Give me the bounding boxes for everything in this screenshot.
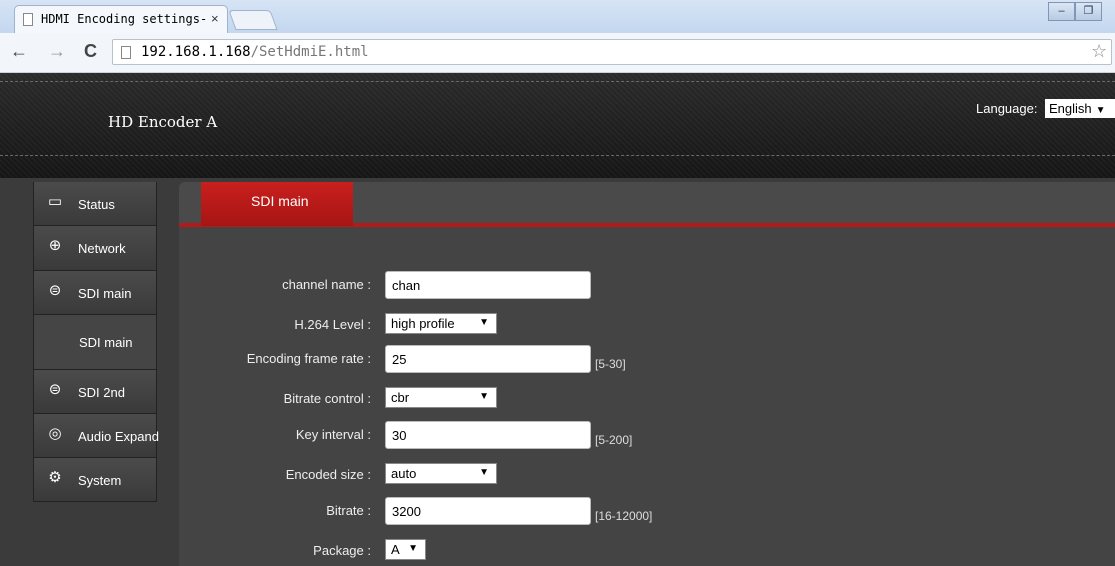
tab-title: HDMI Encoding settings- [41,12,208,26]
device-title: HD Encoder A [108,113,218,131]
frame-rate-input[interactable]: 25 [385,345,591,373]
sidebar-item-label: System [78,473,122,488]
header-divider-bottom [0,155,1115,156]
page-header: HD Encoder A Language: English ▼ [0,73,1115,178]
url-path: /SetHdmiE.html [250,44,369,60]
sidebar-nav: ▭ Status ⊕ Network ⊜ SDI main SDI main ⊜… [33,182,159,502]
h264-level-label: H.264 Level : [294,317,371,332]
tab-sdi-main[interactable]: SDI main [201,182,353,226]
disk-icon: ⊜ [48,381,62,398]
encoded-size-label: Encoded size : [285,467,371,482]
h264-level-select[interactable]: high profile ▼ [385,313,497,334]
field-row-h264-level: H.264 Level : high profile ▼ [179,310,1115,340]
sidebar-item-system[interactable]: ⚙ System [33,458,157,502]
sidebar-item-status[interactable]: ▭ Status [33,182,157,226]
package-value: A [391,542,400,557]
gear-icon: ⚙ [48,469,62,486]
window-controls: – ❐ [1048,2,1115,22]
browser-titlebar: HDMI Encoding settings- × – ❐ [0,0,1115,33]
minimize-button[interactable]: – [1048,2,1075,21]
bitrate-control-select[interactable]: cbr ▼ [385,387,497,408]
settings-panel: SDI main channel name : chan H.264 Level… [179,182,1115,566]
package-select[interactable]: A ▼ [385,539,426,560]
header-divider-top [0,81,1115,82]
chevron-down-icon: ▼ [479,317,489,328]
bitrate-input[interactable]: 3200 [385,497,591,525]
sidebar-item-audio-expand[interactable]: ◎ Audio Expand [33,414,159,458]
sidebar-item-sdi-2nd[interactable]: ⊜ SDI 2nd [33,370,157,414]
language-select[interactable]: English ▼ [1045,99,1115,118]
bitrate-label: Bitrate : [326,503,371,518]
bitrate-range: [16-12000] [595,509,653,523]
sidebar-item-label: SDI 2nd [78,385,125,400]
field-row-channel-name: channel name : chan [179,270,1115,300]
chevron-down-icon: ▼ [479,467,489,478]
bookmark-star-icon[interactable]: ☆ [1091,41,1107,62]
sidebar-item-label: SDI main [78,286,132,301]
key-interval-range: [5-200] [595,433,633,447]
forward-icon[interactable]: → [48,41,66,62]
language-label: Language: [976,101,1038,116]
url-text: 192.168.1.168/SetHdmiE.html [141,44,369,60]
chevron-down-icon: ▼ [408,543,418,554]
field-row-key-interval: Key interval : 30 [5-200] [179,420,1115,450]
sidebar-item-label: Audio Expand [78,429,159,444]
chevron-down-icon: ▼ [1095,105,1106,116]
url-host: 192.168.1.168 [141,44,251,60]
bitrate-control-label: Bitrate control : [283,391,371,406]
restore-button[interactable]: ❐ [1075,2,1102,21]
reload-icon[interactable]: C [84,41,97,62]
encoded-size-select[interactable]: auto ▼ [385,463,497,484]
tab-label: SDI main [251,193,309,209]
bitrate-control-value: cbr [391,390,410,405]
field-row-encoded-size: Encoded size : auto ▼ [179,460,1115,490]
disk-icon: ⊜ [48,282,62,299]
encoded-size-value: auto [391,466,417,481]
channel-name-label: channel name : [282,277,371,292]
new-tab-button[interactable] [228,10,278,30]
key-interval-label: Key interval : [295,427,371,442]
field-row-bitrate-control: Bitrate control : cbr ▼ [179,384,1115,414]
frame-rate-range: [5-30] [595,357,626,371]
field-row-frame-rate: Encoding frame rate : 25 [5-30] [179,344,1115,374]
sidebar-item-label: Network [78,241,126,256]
h264-level-value: high profile [391,316,455,331]
address-bar[interactable]: 192.168.1.168/SetHdmiE.html ☆ [112,39,1112,65]
globe-icon: ⊕ [48,237,62,254]
language-value: English [1049,101,1092,116]
package-label: Package : [313,543,371,558]
audio-icon: ◎ [48,425,62,442]
sidebar-item-label: Status [78,197,115,212]
chevron-down-icon: ▼ [479,391,489,402]
browser-tab[interactable]: HDMI Encoding settings- × [14,5,228,33]
back-icon[interactable]: ← [10,41,28,62]
document-icon [23,13,33,26]
field-row-bitrate: Bitrate : 3200 [16-12000] [179,496,1115,526]
channel-name-input[interactable]: chan [385,271,591,299]
browser-toolbar: ← → C 192.168.1.168/SetHdmiE.html ☆ [0,33,1115,73]
tab-close-icon[interactable]: × [211,11,219,26]
sidebar-item-label: SDI main [79,335,133,350]
sidebar-item-sdi-main[interactable]: ⊜ SDI main [33,271,157,315]
page-icon [121,46,131,59]
field-row-package: Package : A ▼ [179,536,1115,566]
sidebar-subitem-sdi-main[interactable]: SDI main [33,315,157,370]
sidebar-item-network[interactable]: ⊕ Network [33,226,157,271]
key-interval-input[interactable]: 30 [385,421,591,449]
monitor-icon: ▭ [47,193,63,210]
frame-rate-label: Encoding frame rate : [246,351,371,366]
